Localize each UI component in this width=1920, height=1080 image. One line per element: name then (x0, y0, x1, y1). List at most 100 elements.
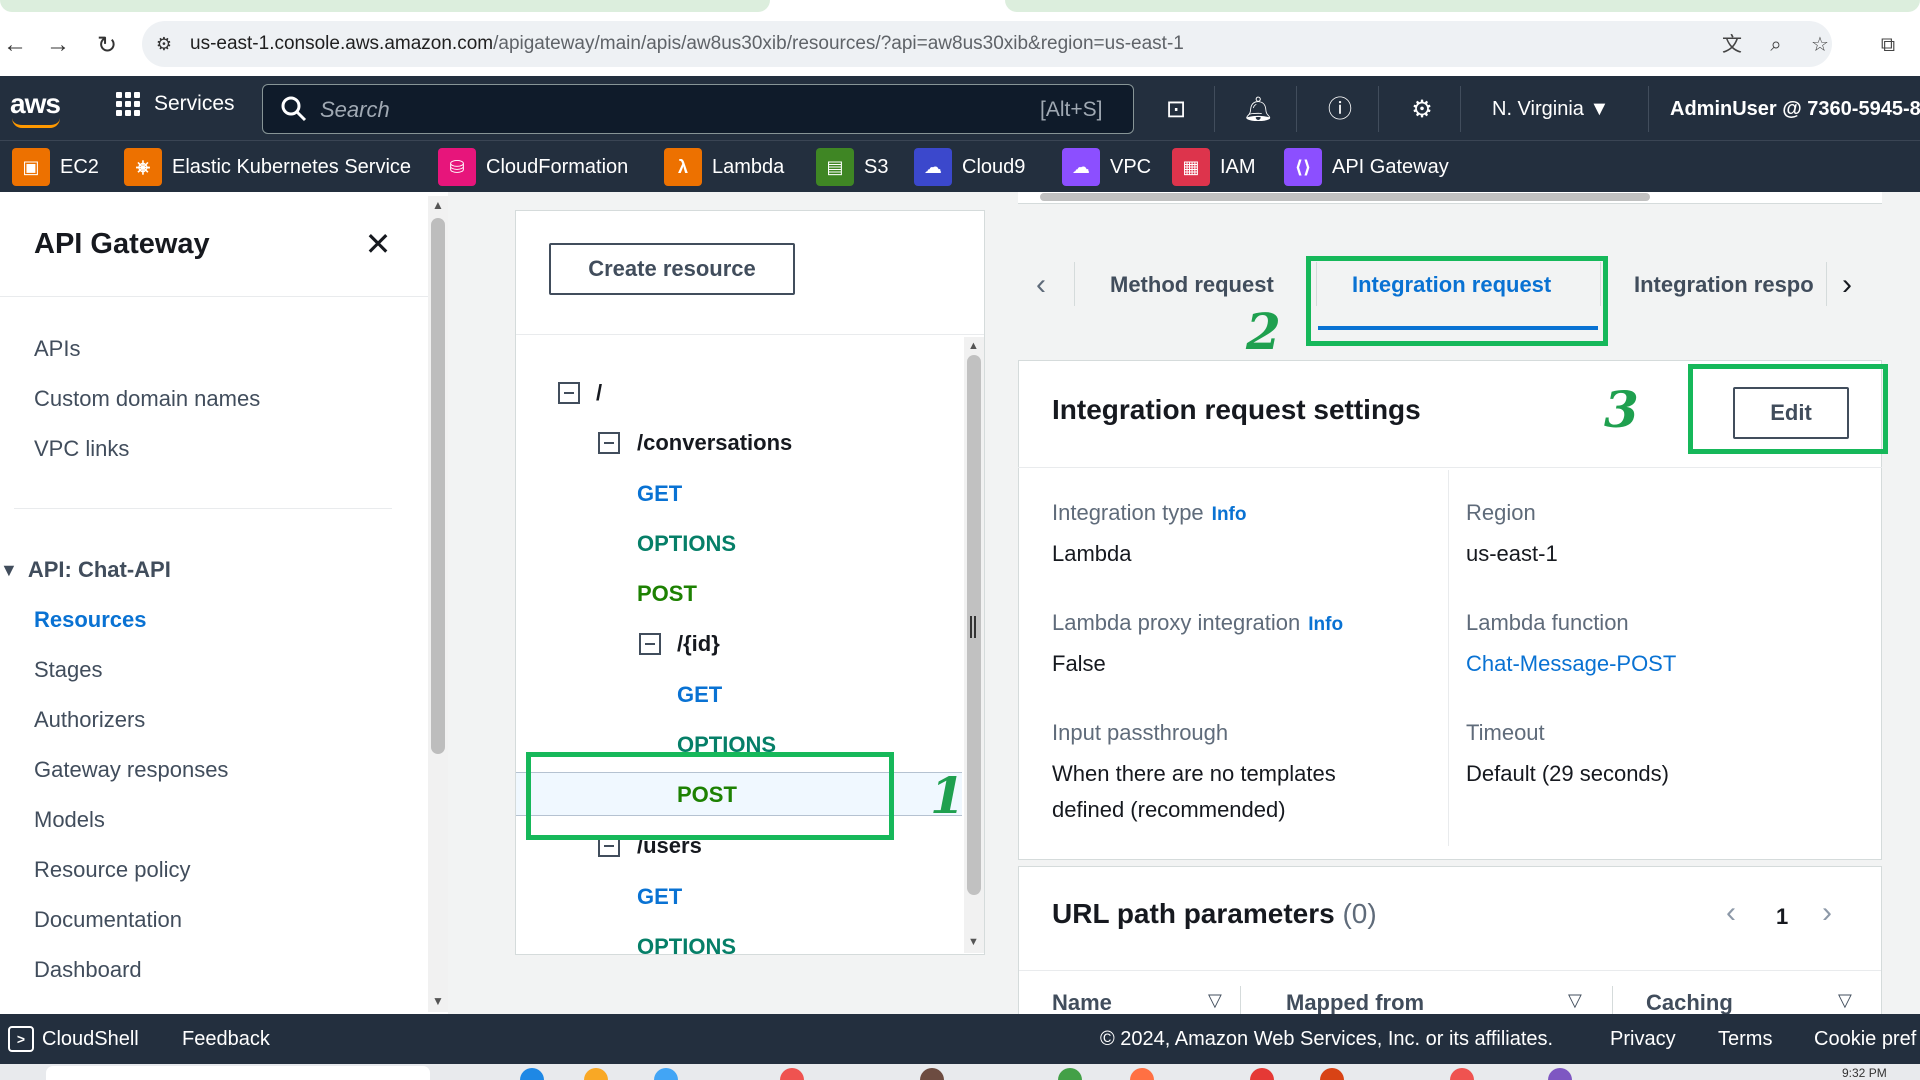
collapse-icon[interactable] (558, 382, 580, 404)
close-icon[interactable]: ✕ (362, 228, 394, 260)
column-header-caching[interactable]: Caching (1646, 990, 1733, 1016)
translate-icon[interactable]: 文 (1718, 31, 1746, 59)
sidebar-item-models[interactable]: Models (34, 807, 105, 833)
aws-logo-smile (12, 118, 60, 128)
favorite-ec2[interactable]: ▣ EC2 (12, 148, 99, 186)
chevron-left-icon[interactable]: ‹ (1036, 268, 1046, 302)
sidebar-item-custom-domain-names[interactable]: Custom domain names (34, 386, 260, 412)
sidebar-group-api[interactable]: ▼ API: Chat-API (0, 557, 171, 583)
browser-tab[interactable] (0, 0, 770, 12)
cloudshell-icon[interactable]: > (8, 1026, 34, 1052)
aws-logo[interactable]: aws (10, 88, 61, 120)
resource-root[interactable]: / (596, 380, 602, 406)
forward-icon[interactable]: → (43, 30, 73, 60)
column-header-name[interactable]: Name (1052, 990, 1112, 1016)
sidebar-title: API Gateway (34, 228, 210, 260)
address-url[interactable]: us-east-1.console.aws.amazon.com/apigate… (190, 33, 1184, 55)
page-number[interactable]: 1 (1776, 904, 1788, 930)
info-link[interactable]: Info (1212, 504, 1247, 525)
sidebar-item-stages[interactable]: Stages (34, 657, 103, 683)
service-icon: ▦ (1172, 148, 1210, 186)
help-icon[interactable]: ⓘ (1324, 94, 1356, 126)
scroll-down-icon[interactable]: ▼ (432, 994, 444, 1008)
sidebar-item-vpc-links[interactable]: VPC links (34, 436, 129, 462)
method-post[interactable]: POST (637, 581, 697, 607)
sidebar-item-dashboard[interactable]: Dashboard (34, 957, 142, 983)
taskbar-search[interactable] (46, 1066, 430, 1080)
sidebar-item-resource-policy[interactable]: Resource policy (34, 857, 191, 883)
horizontal-scrollbar-thumb[interactable] (1040, 193, 1650, 201)
sidebar-scrollbar-thumb[interactable] (431, 218, 445, 754)
resource-conversations[interactable]: /conversations (637, 430, 792, 456)
tab-integration-response[interactable]: Integration respo (1634, 272, 1814, 298)
favorite-label: EC2 (60, 155, 99, 178)
site-settings-icon[interactable]: ⚙ (152, 32, 176, 56)
collapse-icon[interactable] (598, 432, 620, 454)
puzzle-icon[interactable]: ⧉ (1874, 31, 1902, 59)
sidebar-item-apis[interactable]: APIs (34, 336, 80, 362)
service-icon: λ (664, 148, 702, 186)
feedback-link[interactable]: Feedback (182, 1028, 270, 1051)
method-get[interactable]: GET (677, 682, 722, 708)
sidebar-item-documentation[interactable]: Documentation (34, 907, 182, 933)
favorite-cloud9[interactable]: ☁ Cloud9 (914, 148, 1025, 186)
proxy-text: Lambda proxy integration (1052, 610, 1301, 635)
bell-icon[interactable]: 🔔︎ (1242, 94, 1274, 126)
cloudshell-link[interactable]: CloudShell (42, 1028, 139, 1051)
privacy-link[interactable]: Privacy (1610, 1028, 1676, 1051)
cloudshell-icon[interactable]: ⊡ (1160, 94, 1192, 126)
column-header-mapped-from[interactable]: Mapped from (1286, 990, 1424, 1016)
favorite-cloudformation[interactable]: ⛁ CloudFormation (438, 148, 628, 186)
nav-divider (1378, 86, 1379, 132)
favorite-label: S3 (864, 155, 889, 178)
method-get[interactable]: GET (637, 884, 682, 910)
services-button[interactable]: Services (116, 92, 235, 116)
favorite-elastic-kubernetes-service[interactable]: ⎈ Elastic Kubernetes Service (124, 148, 411, 186)
chevron-right-icon[interactable]: › (1842, 268, 1852, 302)
tab-method-request[interactable]: Method request (1110, 272, 1274, 298)
region-selector[interactable]: N. Virginia ▼ (1492, 98, 1609, 121)
panel-resize-handle[interactable] (970, 616, 976, 638)
collapse-icon[interactable] (639, 633, 661, 655)
sidebar-item-resources[interactable]: Resources (34, 607, 147, 633)
info-link[interactable]: Info (1308, 614, 1343, 635)
tab-divider (1074, 262, 1075, 306)
grid-icon (116, 92, 140, 116)
chevron-right-icon[interactable]: › (1822, 896, 1832, 930)
search-input[interactable] (262, 84, 1134, 134)
search-shortcut: [Alt+S] (1040, 98, 1103, 121)
scroll-up-icon[interactable]: ▲ (432, 198, 444, 212)
annotation-number-2: 2 (1246, 302, 1281, 361)
sort-icon[interactable]: ▽ (1838, 990, 1852, 1011)
scroll-down-icon[interactable]: ▼ (968, 936, 979, 948)
resource-id[interactable]: /{id} (677, 631, 720, 657)
cookie-preferences-link[interactable]: Cookie pref (1814, 1028, 1916, 1051)
favorite-vpc[interactable]: ☁ VPC (1062, 148, 1151, 186)
method-options[interactable]: OPTIONS (637, 934, 736, 960)
sidebar-item-gateway-responses[interactable]: Gateway responses (34, 757, 228, 783)
gear-icon[interactable]: ⚙ (1406, 94, 1438, 126)
chevron-left-icon[interactable]: ‹ (1726, 896, 1736, 930)
method-options[interactable]: OPTIONS (637, 531, 736, 557)
account-menu[interactable]: AdminUser @ 7360-5945-8 (1670, 98, 1920, 121)
scroll-up-icon[interactable]: ▲ (968, 340, 979, 352)
favorite-s3[interactable]: ▤ S3 (816, 148, 888, 186)
favorite-label: VPC (1110, 155, 1152, 178)
favorite-lambda[interactable]: λ Lambda (664, 148, 784, 186)
sort-icon[interactable]: ▽ (1208, 990, 1222, 1011)
favorite-iam[interactable]: ▦ IAM (1172, 148, 1256, 186)
reload-icon[interactable]: ↻ (92, 30, 122, 60)
zoom-icon[interactable]: ⌕ (1762, 31, 1790, 59)
terms-link[interactable]: Terms (1718, 1028, 1772, 1051)
favorite-api-gateway[interactable]: ⟨⟩ API Gateway (1284, 148, 1449, 186)
back-icon[interactable]: ← (0, 30, 30, 60)
browser-tab[interactable] (1005, 0, 1920, 12)
nav-divider (1648, 86, 1649, 132)
sidebar-item-authorizers[interactable]: Authorizers (34, 707, 145, 733)
lambda-function-link[interactable]: Chat-Message-POST (1466, 651, 1676, 677)
passthrough-value-line1: When there are no templates (1052, 761, 1336, 786)
star-icon[interactable]: ☆ (1806, 31, 1834, 59)
sort-icon[interactable]: ▽ (1568, 990, 1582, 1011)
create-resource-button[interactable]: Create resource (549, 243, 795, 295)
method-get[interactable]: GET (637, 481, 682, 507)
